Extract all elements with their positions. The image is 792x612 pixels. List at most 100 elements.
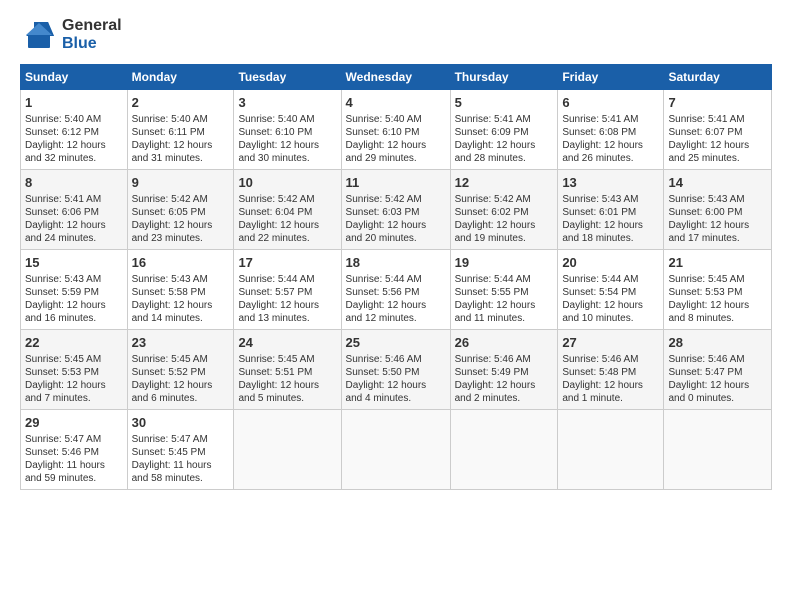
- logo-blue-text: Blue: [62, 35, 122, 53]
- header: General Blue: [20, 16, 772, 54]
- calendar-cell: [234, 410, 341, 490]
- day-number: 5: [455, 94, 554, 112]
- calendar-cell: 12Sunrise: 5:42 AM Sunset: 6:02 PM Dayli…: [450, 170, 558, 250]
- day-info: Sunrise: 5:45 AM Sunset: 5:53 PM Dayligh…: [668, 273, 767, 325]
- day-info: Sunrise: 5:40 AM Sunset: 6:12 PM Dayligh…: [25, 113, 123, 165]
- day-number: 1: [25, 94, 123, 112]
- calendar-cell: 14Sunrise: 5:43 AM Sunset: 6:00 PM Dayli…: [664, 170, 772, 250]
- calendar-cell: [664, 410, 772, 490]
- day-info: Sunrise: 5:41 AM Sunset: 6:07 PM Dayligh…: [668, 113, 767, 165]
- calendar-cell: 25Sunrise: 5:46 AM Sunset: 5:50 PM Dayli…: [341, 330, 450, 410]
- logo: General Blue: [20, 16, 122, 54]
- day-number: 7: [668, 94, 767, 112]
- day-number: 18: [346, 254, 446, 272]
- calendar-cell: 13Sunrise: 5:43 AM Sunset: 6:01 PM Dayli…: [558, 170, 664, 250]
- calendar-header-thursday: Thursday: [450, 65, 558, 90]
- calendar-cell: 27Sunrise: 5:46 AM Sunset: 5:48 PM Dayli…: [558, 330, 664, 410]
- day-number: 27: [562, 334, 659, 352]
- calendar-cell: 21Sunrise: 5:45 AM Sunset: 5:53 PM Dayli…: [664, 250, 772, 330]
- calendar-cell: 24Sunrise: 5:45 AM Sunset: 5:51 PM Dayli…: [234, 330, 341, 410]
- day-number: 19: [455, 254, 554, 272]
- calendar-cell: 17Sunrise: 5:44 AM Sunset: 5:57 PM Dayli…: [234, 250, 341, 330]
- day-number: 8: [25, 174, 123, 192]
- calendar-cell: 3Sunrise: 5:40 AM Sunset: 6:10 PM Daylig…: [234, 90, 341, 170]
- calendar-header-wednesday: Wednesday: [341, 65, 450, 90]
- day-info: Sunrise: 5:42 AM Sunset: 6:04 PM Dayligh…: [238, 193, 336, 245]
- logo-general-text: General: [62, 17, 122, 35]
- day-info: Sunrise: 5:44 AM Sunset: 5:57 PM Dayligh…: [238, 273, 336, 325]
- calendar-header-monday: Monday: [127, 65, 234, 90]
- calendar-cell: 26Sunrise: 5:46 AM Sunset: 5:49 PM Dayli…: [450, 330, 558, 410]
- calendar-cell: 6Sunrise: 5:41 AM Sunset: 6:08 PM Daylig…: [558, 90, 664, 170]
- calendar-cell: 4Sunrise: 5:40 AM Sunset: 6:10 PM Daylig…: [341, 90, 450, 170]
- calendar-cell: 1Sunrise: 5:40 AM Sunset: 6:12 PM Daylig…: [21, 90, 128, 170]
- calendar-week-row: 22Sunrise: 5:45 AM Sunset: 5:53 PM Dayli…: [21, 330, 772, 410]
- day-number: 17: [238, 254, 336, 272]
- calendar-cell: 7Sunrise: 5:41 AM Sunset: 6:07 PM Daylig…: [664, 90, 772, 170]
- day-info: Sunrise: 5:42 AM Sunset: 6:03 PM Dayligh…: [346, 193, 446, 245]
- calendar-cell: 30Sunrise: 5:47 AM Sunset: 5:45 PM Dayli…: [127, 410, 234, 490]
- day-number: 14: [668, 174, 767, 192]
- day-number: 12: [455, 174, 554, 192]
- day-info: Sunrise: 5:44 AM Sunset: 5:55 PM Dayligh…: [455, 273, 554, 325]
- calendar-cell: 28Sunrise: 5:46 AM Sunset: 5:47 PM Dayli…: [664, 330, 772, 410]
- day-number: 23: [132, 334, 230, 352]
- day-info: Sunrise: 5:41 AM Sunset: 6:06 PM Dayligh…: [25, 193, 123, 245]
- day-info: Sunrise: 5:43 AM Sunset: 6:01 PM Dayligh…: [562, 193, 659, 245]
- day-number: 4: [346, 94, 446, 112]
- logo-svg-icon: [20, 16, 58, 54]
- calendar-cell: 29Sunrise: 5:47 AM Sunset: 5:46 PM Dayli…: [21, 410, 128, 490]
- day-number: 29: [25, 414, 123, 432]
- day-info: Sunrise: 5:43 AM Sunset: 6:00 PM Dayligh…: [668, 193, 767, 245]
- calendar-cell: 18Sunrise: 5:44 AM Sunset: 5:56 PM Dayli…: [341, 250, 450, 330]
- calendar-cell: 10Sunrise: 5:42 AM Sunset: 6:04 PM Dayli…: [234, 170, 341, 250]
- day-info: Sunrise: 5:41 AM Sunset: 6:09 PM Dayligh…: [455, 113, 554, 165]
- calendar-cell: 23Sunrise: 5:45 AM Sunset: 5:52 PM Dayli…: [127, 330, 234, 410]
- calendar-week-row: 15Sunrise: 5:43 AM Sunset: 5:59 PM Dayli…: [21, 250, 772, 330]
- day-number: 3: [238, 94, 336, 112]
- day-number: 28: [668, 334, 767, 352]
- calendar-week-row: 29Sunrise: 5:47 AM Sunset: 5:46 PM Dayli…: [21, 410, 772, 490]
- day-number: 21: [668, 254, 767, 272]
- calendar-header-saturday: Saturday: [664, 65, 772, 90]
- day-number: 15: [25, 254, 123, 272]
- day-info: Sunrise: 5:43 AM Sunset: 5:59 PM Dayligh…: [25, 273, 123, 325]
- day-number: 13: [562, 174, 659, 192]
- calendar-header-tuesday: Tuesday: [234, 65, 341, 90]
- day-info: Sunrise: 5:45 AM Sunset: 5:52 PM Dayligh…: [132, 353, 230, 405]
- calendar-header-friday: Friday: [558, 65, 664, 90]
- day-number: 16: [132, 254, 230, 272]
- day-info: Sunrise: 5:44 AM Sunset: 5:54 PM Dayligh…: [562, 273, 659, 325]
- day-number: 6: [562, 94, 659, 112]
- day-number: 11: [346, 174, 446, 192]
- day-number: 22: [25, 334, 123, 352]
- day-number: 9: [132, 174, 230, 192]
- day-number: 10: [238, 174, 336, 192]
- day-number: 20: [562, 254, 659, 272]
- day-number: 30: [132, 414, 230, 432]
- day-info: Sunrise: 5:45 AM Sunset: 5:51 PM Dayligh…: [238, 353, 336, 405]
- calendar-week-row: 8Sunrise: 5:41 AM Sunset: 6:06 PM Daylig…: [21, 170, 772, 250]
- day-info: Sunrise: 5:45 AM Sunset: 5:53 PM Dayligh…: [25, 353, 123, 405]
- day-info: Sunrise: 5:42 AM Sunset: 6:02 PM Dayligh…: [455, 193, 554, 245]
- day-number: 25: [346, 334, 446, 352]
- calendar-cell: 22Sunrise: 5:45 AM Sunset: 5:53 PM Dayli…: [21, 330, 128, 410]
- calendar-cell: 11Sunrise: 5:42 AM Sunset: 6:03 PM Dayli…: [341, 170, 450, 250]
- calendar-table: SundayMondayTuesdayWednesdayThursdayFrid…: [20, 64, 772, 490]
- calendar-cell: 8Sunrise: 5:41 AM Sunset: 6:06 PM Daylig…: [21, 170, 128, 250]
- day-info: Sunrise: 5:41 AM Sunset: 6:08 PM Dayligh…: [562, 113, 659, 165]
- calendar-cell: [341, 410, 450, 490]
- calendar-cell: [558, 410, 664, 490]
- calendar-cell: 16Sunrise: 5:43 AM Sunset: 5:58 PM Dayli…: [127, 250, 234, 330]
- day-info: Sunrise: 5:43 AM Sunset: 5:58 PM Dayligh…: [132, 273, 230, 325]
- calendar-cell: [450, 410, 558, 490]
- calendar-cell: 9Sunrise: 5:42 AM Sunset: 6:05 PM Daylig…: [127, 170, 234, 250]
- calendar-cell: 5Sunrise: 5:41 AM Sunset: 6:09 PM Daylig…: [450, 90, 558, 170]
- calendar-cell: 20Sunrise: 5:44 AM Sunset: 5:54 PM Dayli…: [558, 250, 664, 330]
- day-info: Sunrise: 5:40 AM Sunset: 6:11 PM Dayligh…: [132, 113, 230, 165]
- day-info: Sunrise: 5:40 AM Sunset: 6:10 PM Dayligh…: [238, 113, 336, 165]
- calendar-cell: 15Sunrise: 5:43 AM Sunset: 5:59 PM Dayli…: [21, 250, 128, 330]
- page: General Blue SundayMondayTuesdayWednesda…: [0, 0, 792, 612]
- calendar-cell: 19Sunrise: 5:44 AM Sunset: 5:55 PM Dayli…: [450, 250, 558, 330]
- day-number: 24: [238, 334, 336, 352]
